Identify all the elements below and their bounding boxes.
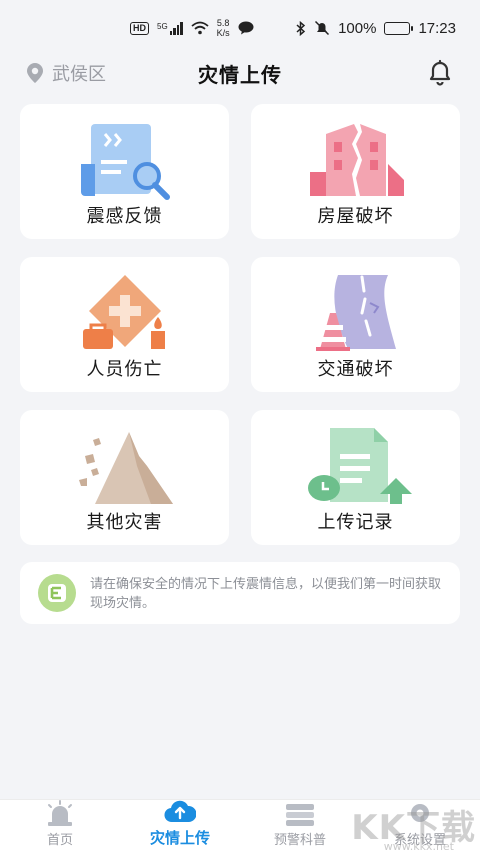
location-selector[interactable]: 武侯区 [26, 60, 106, 86]
upload-record-icon [307, 428, 412, 504]
cloud-upload-icon [164, 800, 196, 823]
location-pin-icon [27, 63, 43, 83]
battery-percent: 100% [338, 19, 377, 37]
net-speed: 5.8 K/s [216, 18, 230, 38]
card-label: 交通破坏 [317, 359, 394, 379]
page-header: 武侯区 灾情上传 [0, 56, 480, 90]
hd-indicator: HD [130, 21, 149, 35]
tab-disaster-upload[interactable]: 灾情上传 [120, 798, 240, 853]
tab-warning-science[interactable]: 预警科普 [240, 800, 360, 853]
clock: 17:23 [418, 19, 456, 37]
location-label: 武侯区 [52, 64, 106, 84]
bluetooth-icon [296, 20, 306, 36]
card-label: 震感反馈 [86, 206, 163, 226]
traffic-damage-icon [315, 275, 396, 351]
signal-icon: 5G [157, 21, 183, 35]
card-house-damage[interactable]: 房屋破坏 [251, 104, 460, 239]
book-icon [286, 804, 314, 826]
battery-icon [384, 21, 414, 35]
chat-bubble-icon [238, 21, 254, 35]
casualty-icon [82, 275, 165, 349]
tab-label: 灾情上传 [149, 830, 210, 847]
tab-label: 首页 [46, 832, 73, 847]
safety-notice: 请在确保安全的情况下上传震情信息，以便我们第一时间获取现场灾情。 [20, 562, 460, 624]
tab-home[interactable]: 首页 [0, 800, 120, 853]
notice-text: 请在确保安全的情况下上传震情信息，以便我们第一时间获取现场灾情。 [90, 576, 442, 610]
felt-report-icon [80, 124, 170, 200]
mute-bell-icon [315, 20, 330, 36]
landslide-icon [78, 432, 173, 504]
page-title: 灾情上传 [198, 64, 282, 87]
card-label: 其他灾害 [86, 512, 163, 532]
card-other-disaster[interactable]: 其他灾害 [20, 410, 229, 545]
notification-bell-icon[interactable] [426, 58, 454, 86]
disaster-category-grid: 震感反馈 房屋破坏 人员伤亡 交通破坏 其他灾害 上传记录 [20, 104, 460, 545]
card-traffic-damage[interactable]: 交通破坏 [251, 257, 460, 392]
wifi-icon [191, 21, 209, 35]
card-label: 房屋破坏 [317, 206, 394, 226]
house-damage-icon [309, 124, 404, 196]
card-upload-record[interactable]: 上传记录 [251, 410, 460, 545]
card-casualty[interactable]: 人员伤亡 [20, 257, 229, 392]
tab-label: 预警科普 [273, 832, 326, 847]
status-bar: HD 5G 5.8 K/s 100% 17:23 [0, 0, 480, 56]
watermark: KK下载 www.kkx.net [351, 808, 476, 853]
card-felt-report[interactable]: 震感反馈 [20, 104, 229, 239]
card-label: 上传记录 [317, 512, 394, 532]
alarm-icon [48, 800, 72, 826]
card-label: 人员伤亡 [86, 359, 163, 379]
notice-icon [38, 574, 76, 612]
